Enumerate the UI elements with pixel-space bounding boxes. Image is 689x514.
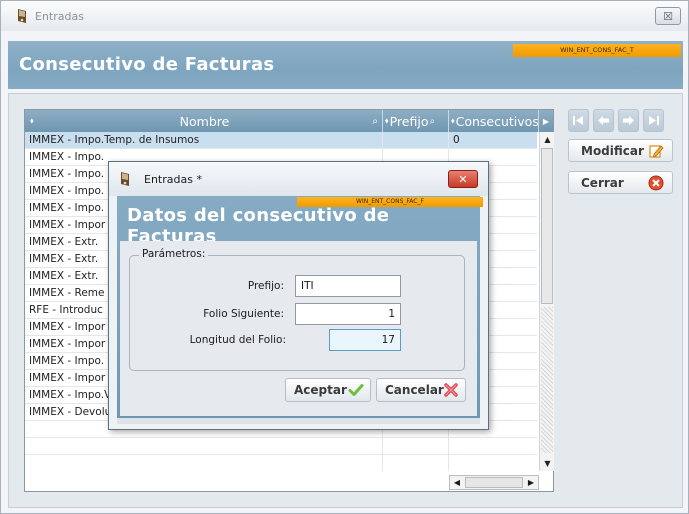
cerrar-label: Cerrar	[581, 175, 624, 190]
aceptar-button[interactable]: Aceptar	[285, 378, 371, 402]
close-icon: ☒	[663, 9, 673, 23]
previous-record-icon	[598, 116, 609, 125]
next-record-button[interactable]	[618, 109, 639, 132]
cell-nombre	[25, 438, 383, 454]
last-record-button[interactable]	[643, 109, 664, 132]
consecutivo-dialog: Entradas * ✕ WIN_ENT_CONS_FAC_F Datos de…	[108, 161, 489, 430]
record-navigation	[568, 109, 664, 132]
close-icon: ✕	[458, 172, 468, 186]
search-icon[interactable]: ⌕	[372, 116, 378, 127]
app-icon	[18, 9, 26, 23]
horizontal-scrollbar[interactable]: ◀ ▶	[449, 475, 539, 490]
cell-consecutivo	[449, 438, 537, 454]
longitud-folio-input[interactable]: 17	[329, 329, 401, 351]
window-id-tag: WIN_ENT_CONS_FAC_T	[513, 44, 681, 57]
aceptar-label: Aceptar	[294, 383, 347, 397]
table-row[interactable]	[25, 438, 537, 455]
scroll-left-icon[interactable]: ◀	[450, 476, 464, 489]
sort-icon: ⬧	[451, 116, 455, 125]
checkmark-icon	[348, 384, 364, 396]
parametros-legend: Parámetros:	[139, 248, 209, 260]
table-row[interactable]	[25, 455, 537, 471]
scroll-right-icon[interactable]: ▶	[524, 476, 538, 489]
scroll-up-icon[interactable]: ▲	[540, 132, 555, 147]
scroll-columns-right-icon[interactable]: ▶	[539, 110, 553, 132]
dialog-header: WIN_ENT_CONS_FAC_F Datos del consecutivo…	[117, 196, 483, 418]
dialog-close-button[interactable]: ✕	[448, 170, 478, 188]
folio-siguiente-label: Folio Siguiente:	[203, 308, 284, 320]
cell-prefijo	[383, 438, 449, 454]
search-icon[interactable]: ⌕	[429, 116, 435, 127]
table-row[interactable]: IMMEX - Impo.Temp. de Insumos 0	[25, 132, 537, 149]
dialog-body: Parámetros: Prefijo: ITI Folio Siguiente…	[120, 241, 477, 416]
cell-prefijo	[383, 455, 449, 471]
column-label-nombre: Nombre	[179, 113, 230, 129]
folio-siguiente-input[interactable]: 1	[295, 303, 401, 325]
cell-nombre: IMMEX - Impo.Temp. de Insumos	[25, 132, 383, 148]
next-record-icon	[623, 116, 634, 125]
dialog-titlebar: Entradas * ✕	[109, 162, 488, 196]
last-record-icon	[649, 116, 659, 125]
sort-icon: ⬧	[30, 116, 34, 125]
close-circle-icon	[648, 175, 664, 191]
longitud-folio-label: Longitud del Folio:	[189, 334, 286, 346]
column-label-prefijo: Prefijo	[389, 113, 429, 129]
edit-icon	[649, 145, 664, 158]
dialog-title: Entradas *	[144, 172, 202, 186]
column-header-consecutivos[interactable]: ⬧ Consecutivos	[449, 110, 539, 132]
table-header: ⬧ Nombre ⌕ ⬧ Prefijo ⌕ ⬧ Consecutivos ▶	[25, 110, 553, 132]
cell-prefijo	[383, 132, 449, 148]
first-record-button[interactable]	[568, 109, 589, 132]
prefijo-label: Prefijo:	[247, 280, 284, 292]
page-title: Consecutivo de Facturas	[19, 54, 275, 75]
modificar-button[interactable]: Modificar	[568, 139, 673, 162]
horizontal-scroll-thumb[interactable]	[465, 477, 523, 488]
sort-icon: ⬧	[385, 116, 389, 125]
window-close-button[interactable]: ☒	[655, 7, 681, 25]
window-title: Entradas	[35, 9, 84, 23]
first-record-icon	[573, 116, 583, 125]
header-band: WIN_ENT_CONS_FAC_T Consecutivo de Factur…	[8, 41, 683, 89]
parametros-group: Parámetros: Prefijo: ITI Folio Siguiente…	[129, 248, 465, 371]
cell-nombre	[25, 455, 383, 471]
column-header-nombre[interactable]: ⬧ Nombre ⌕	[25, 110, 383, 132]
main-titlebar: Entradas ☒	[1, 1, 688, 31]
app-icon	[121, 172, 129, 186]
modificar-label: Modificar	[581, 143, 644, 158]
scroll-down-icon[interactable]: ▼	[540, 456, 555, 471]
dialog-footer	[117, 418, 480, 424]
scroll-track[interactable]	[541, 307, 553, 453]
column-label-consecutivos: Consecutivos	[455, 113, 538, 129]
cancelar-button[interactable]: Cancelar	[376, 378, 466, 402]
cell-consecutivo	[449, 455, 537, 471]
cancelar-label: Cancelar	[385, 383, 444, 397]
prefijo-input[interactable]: ITI	[295, 275, 401, 297]
cell-consecutivo: 0	[453, 134, 460, 146]
cancel-x-icon	[444, 383, 458, 397]
cerrar-button[interactable]: Cerrar	[568, 171, 673, 194]
scroll-thumb[interactable]	[541, 148, 553, 304]
previous-record-button[interactable]	[593, 109, 614, 132]
column-header-prefijo[interactable]: ⬧ Prefijo ⌕	[383, 110, 449, 132]
vertical-scrollbar[interactable]: ▲ ▼	[539, 132, 554, 471]
